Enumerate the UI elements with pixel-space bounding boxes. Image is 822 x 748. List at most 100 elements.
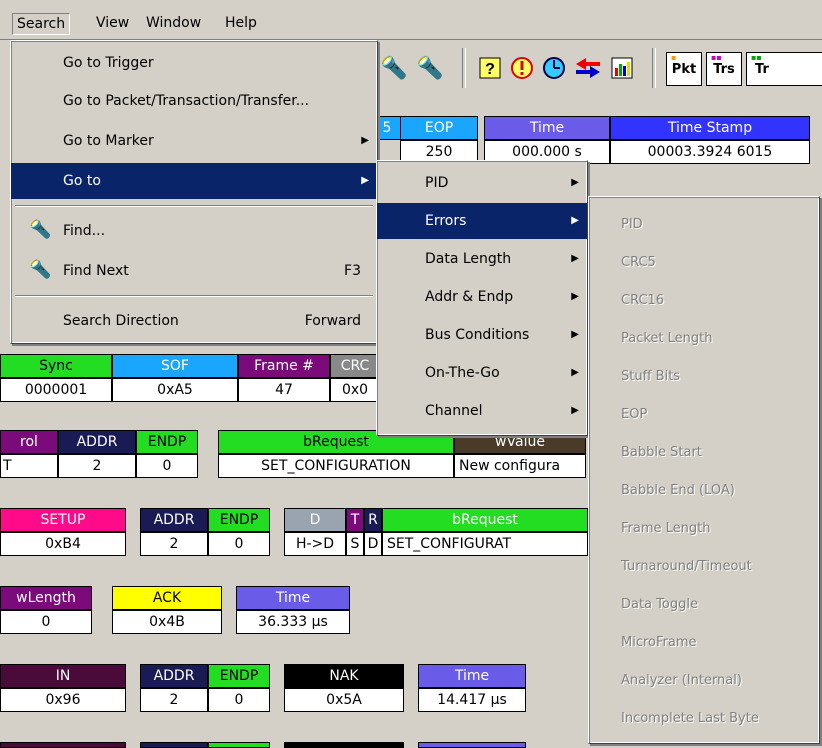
packet-view-button[interactable]: ▪ Pkt bbox=[666, 52, 702, 86]
trace-value-endp: 0 bbox=[136, 454, 198, 478]
trace-header-endp: ENDP bbox=[208, 664, 270, 688]
trace-header-addr: ADDR bbox=[58, 430, 136, 454]
find-icon[interactable]: 🔦 bbox=[378, 52, 410, 84]
trace-header-nak: NAK bbox=[284, 664, 404, 688]
menu-item-on-the-go[interactable]: On-The-Go ▶ bbox=[377, 355, 587, 391]
trace-header-time: Time bbox=[236, 586, 350, 610]
trace-value-recipient: D bbox=[364, 532, 382, 556]
trace-value-time: 14.417 µs bbox=[418, 688, 526, 712]
trace-value-type: S bbox=[346, 532, 364, 556]
menu-item-pid[interactable]: PID ▶ bbox=[377, 165, 587, 201]
trace-value-wlength: 0 bbox=[0, 610, 92, 634]
menu-item-error-babble-start: Babble Start bbox=[621, 445, 702, 460]
transfer-view-button[interactable]: ▪▪ Tr bbox=[746, 52, 822, 86]
menu-item-errors[interactable]: Errors ▶ bbox=[377, 203, 587, 239]
trace-header-addr: ADDR bbox=[140, 664, 208, 688]
transaction-view-button[interactable]: ▪▪ Trs bbox=[706, 52, 742, 86]
trace-header-partial bbox=[140, 742, 208, 748]
trace-header-partial bbox=[208, 742, 270, 748]
trace-header-timestamp: Time Stamp bbox=[610, 116, 810, 140]
trace-value-sof: 0xA5 bbox=[112, 378, 238, 402]
trace-header-eop: EOP bbox=[400, 116, 478, 140]
menu-help[interactable]: Help bbox=[225, 15, 257, 31]
trace-value-sync: 0000001 bbox=[0, 378, 112, 402]
menu-item-go-to-packet[interactable]: Go to Packet/Transaction/Transfer... bbox=[11, 83, 377, 119]
menu-item-bus-conditions[interactable]: Bus Conditions ▶ bbox=[377, 317, 587, 353]
menu-search[interactable]: Search bbox=[12, 13, 71, 35]
submenu-arrow-icon: ▶ bbox=[571, 177, 579, 188]
trace-header-partial bbox=[284, 742, 404, 748]
trace-value-setup: 0xB4 bbox=[0, 532, 126, 556]
find-next-icon: 🔦 bbox=[29, 259, 52, 280]
submenu-arrow-icon: ▶ bbox=[571, 329, 579, 340]
toolbar-separator bbox=[652, 48, 656, 88]
menu-item-search-direction[interactable]: Search Direction Forward bbox=[11, 303, 377, 339]
trace-value-brequest: SET_CONFIGURAT bbox=[382, 532, 588, 556]
trace-value-addr: 2 bbox=[140, 532, 208, 556]
error-icon[interactable] bbox=[506, 52, 538, 84]
menu-item-go-to-trigger[interactable]: Go to Trigger bbox=[11, 45, 377, 81]
trace-header-partial bbox=[418, 742, 526, 748]
trace-value-endp: 0 bbox=[208, 532, 270, 556]
menu-item-error-turnaround-timeout: Turnaround/Timeout bbox=[621, 559, 752, 574]
menu-item-find[interactable]: 🔦 Find... bbox=[11, 213, 377, 249]
menu-item-addr-endp[interactable]: Addr & Endp ▶ bbox=[377, 279, 587, 315]
menu-item-error-data-toggle: Data Toggle bbox=[621, 597, 698, 612]
trace-header-partial bbox=[0, 742, 126, 748]
trace-header-endp: ENDP bbox=[136, 430, 198, 454]
trace-value-in: 0x96 bbox=[0, 688, 126, 712]
find-next-icon[interactable]: 🔦 bbox=[414, 52, 446, 84]
trace-header-in: IN bbox=[0, 664, 126, 688]
toolbar: 🔦 🔦 ? ▪ Pkt ▪▪ Trs ▪▪ Tr bbox=[376, 40, 822, 98]
menu-item-error-frame-length: Frame Length bbox=[621, 521, 711, 536]
submenu-arrow-icon: ▶ bbox=[571, 405, 579, 416]
submenu-arrow-icon: ▶ bbox=[571, 367, 579, 378]
errors-submenu: PID CRC5 CRC16 Packet Length Stuff Bits … bbox=[588, 196, 820, 744]
menu-separator bbox=[15, 205, 373, 207]
menu-item-error-incomplete-last-byte: Incomplete Last Byte bbox=[621, 711, 759, 726]
find-icon: 🔦 bbox=[29, 219, 52, 240]
trace-value-addr: 2 bbox=[58, 454, 136, 478]
trace-header-sof: SOF bbox=[112, 354, 238, 378]
chart-icon[interactable] bbox=[606, 52, 638, 84]
submenu-arrow-icon: ▶ bbox=[361, 135, 369, 146]
trace-header-ack: ACK bbox=[112, 586, 222, 610]
search-menu: Go to Trigger Go to Packet/Transaction/T… bbox=[10, 40, 378, 344]
trace-value-timestamp: 00003.3924 6015 bbox=[610, 140, 810, 164]
menu-window[interactable]: Window bbox=[146, 15, 201, 31]
trace-value-frame: 47 bbox=[238, 378, 330, 402]
goto-submenu: PID ▶ Errors ▶ Data Length ▶ Addr & Endp… bbox=[376, 160, 588, 436]
trace-header-time: Time bbox=[418, 664, 526, 688]
trace-header-type: T bbox=[346, 508, 364, 532]
menu-item-data-length[interactable]: Data Length ▶ bbox=[377, 241, 587, 277]
menu-item-error-stuff-bits: Stuff Bits bbox=[621, 369, 681, 384]
menu-item-go-to[interactable]: Go to ▶ bbox=[11, 163, 377, 199]
menu-item-error-crc16: CRC16 bbox=[621, 293, 665, 308]
trace-value-crc: 0x0 bbox=[330, 378, 380, 402]
trace-header-wlength: wLength bbox=[0, 586, 92, 610]
help-icon[interactable]: ? bbox=[474, 52, 506, 84]
toolbar-separator bbox=[462, 48, 466, 88]
menu-separator bbox=[15, 295, 373, 297]
clock-icon[interactable] bbox=[538, 52, 570, 84]
menu-item-channel[interactable]: Channel ▶ bbox=[377, 393, 587, 429]
menu-item-go-to-marker[interactable]: Go to Marker ▶ bbox=[11, 123, 377, 159]
trace-header-endp: ENDP bbox=[208, 508, 270, 532]
arrows-icon[interactable] bbox=[572, 52, 604, 84]
trace-header-brequest: bRequest bbox=[382, 508, 588, 532]
trace-header-addr: ADDR bbox=[140, 508, 208, 532]
trace-value-wvalue: New configura bbox=[454, 454, 586, 478]
menu-item-error-packet-length: Packet Length bbox=[621, 331, 713, 346]
svg-text:?: ? bbox=[485, 61, 495, 78]
trace-header-control: rol bbox=[0, 430, 58, 454]
menu-item-error-analyzer-internal: Analyzer (Internal) bbox=[621, 673, 742, 688]
menu-view[interactable]: View bbox=[96, 15, 129, 31]
menu-item-find-next[interactable]: 🔦 Find Next F3 bbox=[11, 253, 377, 289]
trace-header-setup: SETUP bbox=[0, 508, 126, 532]
trace-header-time: Time bbox=[484, 116, 610, 140]
menu-bar: Search View Window Help bbox=[0, 0, 822, 40]
trace-value-ack: 0x4B bbox=[112, 610, 222, 634]
submenu-arrow-icon: ▶ bbox=[361, 175, 369, 186]
menu-item-error-microframe: MicroFrame bbox=[621, 635, 697, 650]
trace-header-crc: CRC bbox=[330, 354, 380, 378]
